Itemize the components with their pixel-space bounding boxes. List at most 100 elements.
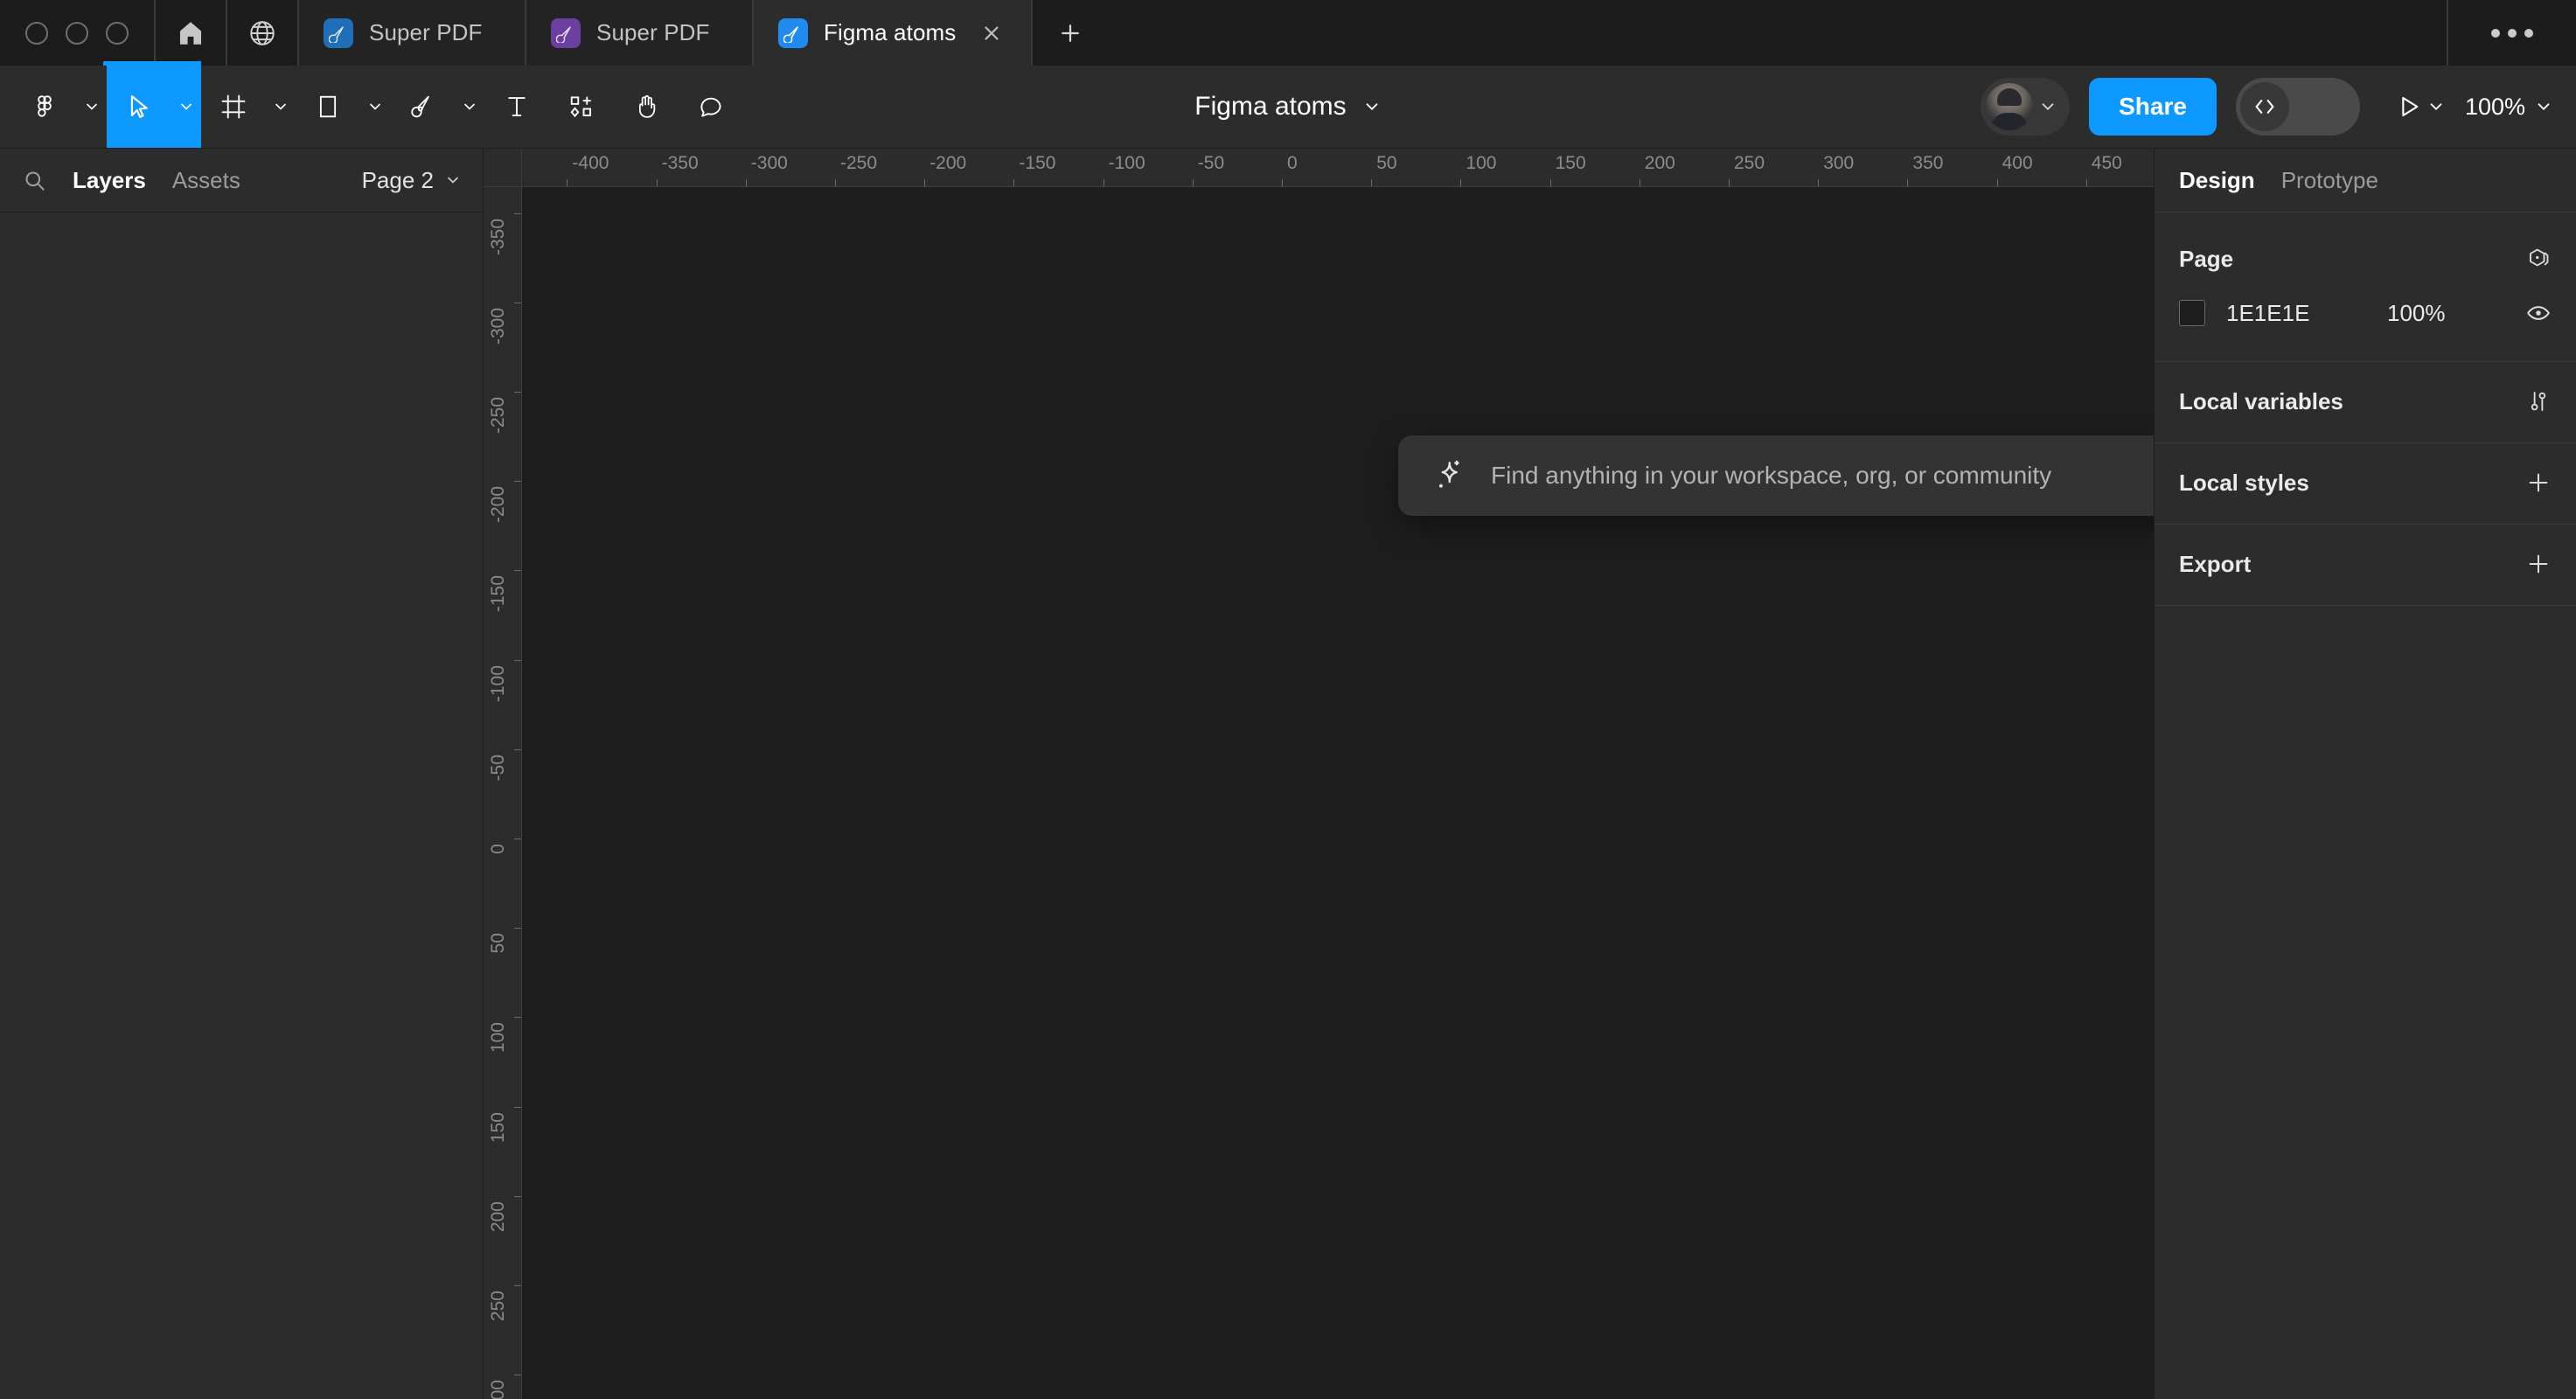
variables-hexagon-icon[interactable] xyxy=(2525,246,2552,272)
browser-tab-bar: Super PDF Super PDF Figma atoms xyxy=(0,0,2576,66)
zoom-level-menu[interactable]: 100% xyxy=(2465,94,2553,121)
ruler-label: -150 xyxy=(1019,153,1056,173)
tool-text[interactable] xyxy=(484,66,549,148)
browser-tab-0[interactable]: Super PDF xyxy=(299,0,526,66)
chevron-down-icon[interactable] xyxy=(266,98,296,115)
plus-icon[interactable] xyxy=(2525,551,2552,577)
layers-list[interactable] xyxy=(0,212,483,1399)
ruler-label: 0 xyxy=(1287,153,1298,173)
tab-layers[interactable]: Layers xyxy=(73,167,146,194)
ruler-tick-mark xyxy=(1192,179,1194,186)
browser-more-menu-button[interactable] xyxy=(2448,0,2576,66)
share-button[interactable]: Share xyxy=(2089,78,2217,136)
ruler-tick-mark xyxy=(1907,179,1909,186)
canvas-viewport[interactable]: -450-400-350-300-250-200-150-100-5005010… xyxy=(484,149,2154,1399)
ruler-tick-mark xyxy=(924,179,926,186)
right-sidebar-tabs: Design Prototype xyxy=(2155,149,2576,212)
page-fill-row[interactable]: 1E1E1E 100% xyxy=(2179,286,2552,340)
rectangle-icon[interactable] xyxy=(296,94,360,120)
chevron-down-icon[interactable] xyxy=(171,98,201,115)
section-page: Page 1E1E1E 100% xyxy=(2155,212,2576,362)
tabbar-empty-space xyxy=(1108,0,2448,66)
code-brackets-icon xyxy=(2239,82,2289,131)
window-maximize-button[interactable] xyxy=(106,21,129,45)
pen-icon[interactable] xyxy=(390,94,455,120)
ruler-label: -50 xyxy=(1197,153,1225,173)
figma-menu-icon[interactable] xyxy=(12,94,77,120)
page-fill-hex[interactable]: 1E1E1E xyxy=(2226,300,2366,327)
ruler-tick-mark xyxy=(514,928,521,929)
tool-rectangle[interactable] xyxy=(296,66,390,148)
ruler-tick-mark xyxy=(1729,179,1730,186)
chevron-down-icon[interactable] xyxy=(77,98,107,115)
ruler-label: -300 xyxy=(488,307,508,345)
dev-mode-toggle[interactable] xyxy=(2235,78,2360,136)
ruler-tick-mark xyxy=(1549,179,1551,186)
left-sidebar: Layers Assets Page 2 xyxy=(0,149,484,1399)
community-button[interactable] xyxy=(227,0,299,66)
ruler-label: 400 xyxy=(2002,153,2033,173)
browser-tab-2[interactable]: Figma atoms xyxy=(754,0,1034,66)
ruler-label: 50 xyxy=(1376,153,1397,173)
section-local-styles[interactable]: Local styles xyxy=(2155,443,2576,525)
ruler-tick-mark xyxy=(2085,179,2087,186)
plus-icon[interactable] xyxy=(2525,470,2552,496)
frame-icon[interactable] xyxy=(201,94,266,120)
chevron-down-icon[interactable] xyxy=(2426,97,2446,116)
ruler-tick-mark xyxy=(514,392,521,393)
present-button-group[interactable] xyxy=(2395,93,2446,121)
ruler-label: 150 xyxy=(1555,153,1586,173)
ruler-tick-mark xyxy=(514,748,521,750)
text-icon[interactable] xyxy=(484,94,549,120)
chevron-down-icon[interactable] xyxy=(1362,97,1382,116)
home-button[interactable] xyxy=(156,0,227,66)
tab-prototype[interactable]: Prototype xyxy=(2281,167,2378,194)
ruler-tick-mark xyxy=(514,1106,521,1108)
new-tab-button[interactable] xyxy=(1033,0,1108,66)
sliders-icon[interactable] xyxy=(2525,388,2552,414)
collaborators-menu[interactable] xyxy=(1981,78,2071,136)
tool-components[interactable] xyxy=(549,66,614,148)
file-name-menu[interactable]: Figma atoms xyxy=(1194,92,1381,122)
ruler-tick-mark xyxy=(835,179,836,186)
chevron-down-icon[interactable] xyxy=(455,98,484,115)
section-export[interactable]: Export xyxy=(2155,525,2576,606)
ruler-label: -50 xyxy=(488,754,508,782)
ruler-label: -150 xyxy=(488,575,508,613)
move-cursor-icon[interactable] xyxy=(107,94,171,120)
eye-icon[interactable] xyxy=(2525,300,2552,326)
components-icon[interactable] xyxy=(549,94,614,120)
ruler-label: -300 xyxy=(750,153,788,173)
tool-pen[interactable] xyxy=(390,66,484,148)
chevron-down-icon[interactable] xyxy=(2038,97,2057,116)
figma-main-menu[interactable] xyxy=(12,66,107,148)
tab-design[interactable]: Design xyxy=(2179,167,2255,194)
browser-tab-1[interactable]: Super PDF xyxy=(526,0,754,66)
tab-assets[interactable]: Assets xyxy=(172,167,240,194)
comment-icon[interactable] xyxy=(679,94,743,120)
horizontal-ruler: -450-400-350-300-250-200-150-100-5005010… xyxy=(484,149,2154,187)
global-search-box[interactable]: Find anything in your workspace, org, or… xyxy=(1398,435,2154,516)
hand-icon[interactable] xyxy=(614,94,679,120)
search-icon[interactable] xyxy=(23,169,46,192)
ruler-tick-mark xyxy=(1013,179,1015,186)
tool-move-cursor[interactable] xyxy=(107,66,201,148)
window-minimize-button[interactable] xyxy=(66,21,88,45)
page-fill-opacity[interactable]: 100% xyxy=(2387,300,2446,327)
window-close-button[interactable] xyxy=(25,21,48,45)
chevron-down-icon[interactable] xyxy=(360,98,390,115)
ruler-label: 300 xyxy=(488,1380,508,1399)
tool-frame[interactable] xyxy=(201,66,296,148)
play-icon[interactable] xyxy=(2395,93,2423,121)
chevron-down-icon[interactable] xyxy=(2534,97,2553,116)
canvas-surface[interactable] xyxy=(522,187,2154,1399)
page-selector[interactable]: Page 2 xyxy=(362,167,462,194)
tool-comment[interactable] xyxy=(679,66,743,148)
ruler-label: -200 xyxy=(929,153,967,173)
tool-hand[interactable] xyxy=(614,66,679,148)
section-local-variables[interactable]: Local variables xyxy=(2155,362,2576,443)
search-input[interactable]: Find anything in your workspace, org, or… xyxy=(1491,462,2051,490)
color-swatch[interactable] xyxy=(2179,300,2205,326)
more-horizontal-icon xyxy=(2491,28,2500,38)
close-icon[interactable] xyxy=(977,18,1006,48)
